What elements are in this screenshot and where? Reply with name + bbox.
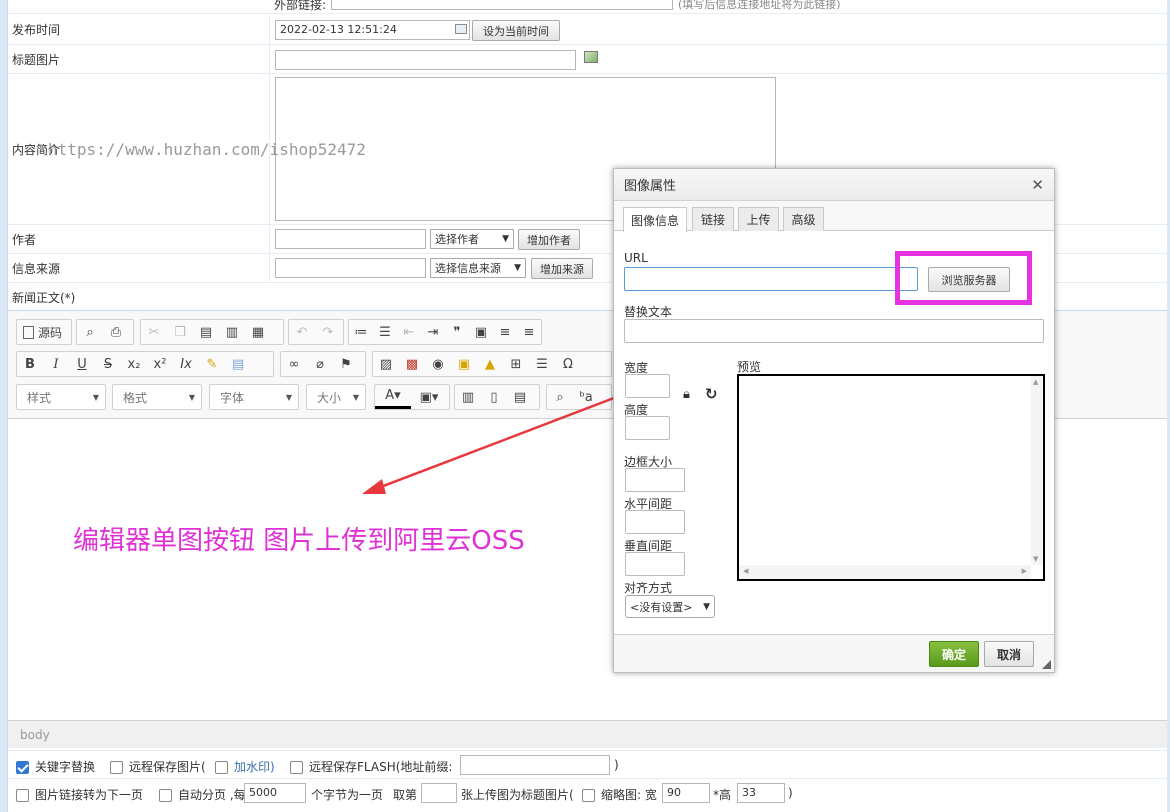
annotation-text: 编辑器单图按钮 图片上传到阿里云OSS: [73, 526, 525, 556]
resize-handle-icon[interactable]: [1042, 660, 1051, 669]
dialog-footer: 确定 取消: [614, 634, 1054, 672]
preview-vertical-scrollbar[interactable]: ▲ ▼: [1031, 376, 1043, 565]
tab-link[interactable]: 链接: [692, 207, 734, 231]
cms-edit-page: 外部链接: (填写后信息连接地址将为此链接) 发布时间 2022-02-13 1…: [0, 0, 1170, 812]
url-label: URL: [624, 251, 648, 265]
alt-text-input[interactable]: [624, 319, 1044, 343]
border-input[interactable]: [625, 468, 685, 492]
scroll-left-icon[interactable]: ◀: [743, 567, 748, 575]
highlight-box: [895, 251, 1032, 305]
dialog-title: 图像属性: [624, 179, 677, 194]
preview-label: 预览: [737, 360, 762, 374]
chevron-down-icon: ▼: [703, 601, 710, 612]
align-label: 对齐方式: [624, 581, 673, 595]
preview-box: ▲ ▼ ◀ ▶: [737, 374, 1045, 581]
image-properties-dialog: 图像属性 ✕ 图像信息 链接 上传 高级 URL 浏览服务器 替换文本 宽度 🔒…: [613, 168, 1055, 673]
preview-horizontal-scrollbar[interactable]: ◀ ▶: [739, 565, 1031, 579]
dialog-titlebar: 图像属性 ✕: [614, 169, 1054, 201]
scroll-right-icon[interactable]: ▶: [1022, 567, 1027, 575]
scroll-down-icon[interactable]: ▼: [1033, 555, 1038, 563]
vspace-input[interactable]: [625, 552, 685, 576]
tab-image-info[interactable]: 图像信息: [623, 207, 687, 232]
tab-advanced[interactable]: 高级: [783, 207, 824, 231]
url-input[interactable]: [624, 267, 918, 291]
scroll-up-icon[interactable]: ▲: [1033, 378, 1038, 386]
alt-text-label: 替换文本: [624, 305, 673, 319]
dialog-tabs: 图像信息 链接 上传 高级: [614, 201, 1054, 232]
align-select-value: <没有设置>: [630, 600, 693, 614]
lock-icon[interactable]: 🔒︎: [683, 387, 690, 402]
ok-button[interactable]: 确定: [929, 641, 979, 667]
reset-size-icon[interactable]: ↻: [705, 385, 718, 403]
width-input[interactable]: [625, 374, 670, 398]
tab-upload[interactable]: 上传: [738, 207, 779, 231]
cancel-button[interactable]: 取消: [984, 641, 1034, 667]
close-icon[interactable]: ✕: [1031, 176, 1044, 194]
height-input[interactable]: [625, 416, 670, 440]
hspace-input[interactable]: [625, 510, 685, 534]
align-select[interactable]: <没有设置> ▼: [625, 595, 715, 618]
